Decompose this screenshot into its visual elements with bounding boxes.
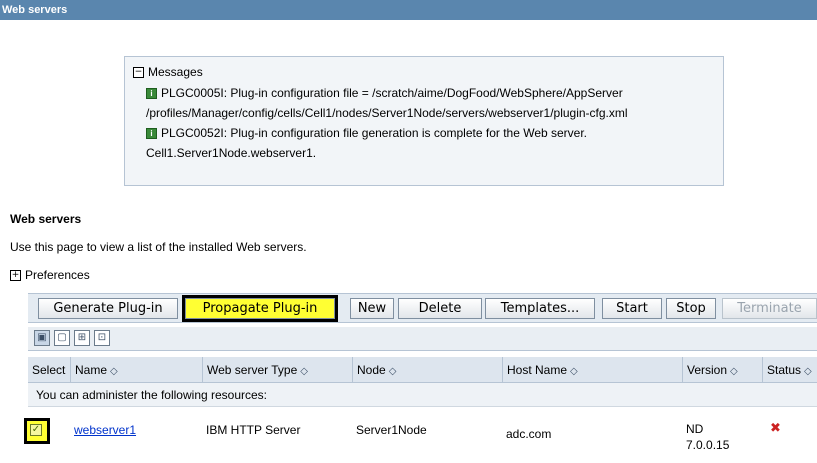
server-version: ND 7.0.0.15 <box>686 422 730 452</box>
expand-icon[interactable]: + <box>10 270 21 282</box>
templates-button[interactable]: Templates... <box>485 298 595 319</box>
column-header-name[interactable]: Name ◇ <box>70 357 202 383</box>
sort-icon[interactable]: ◇ <box>570 366 578 377</box>
delete-button[interactable]: Delete <box>398 298 482 319</box>
page-description: Use this page to view a list of the inst… <box>10 240 307 254</box>
table-header: Select Name ◇ Web server Type ◇ Node ◇ Host… <box>28 357 817 383</box>
messages-panel: − Messages i PLGC0005I: Plug-in configurat… <box>124 56 724 186</box>
server-name-link[interactable]: webserver1 <box>74 423 136 437</box>
terminate-button: Terminate <box>722 298 817 319</box>
column-header-select: Select <box>32 363 66 377</box>
generate-plugin-button[interactable]: Generate Plug-in <box>38 298 178 319</box>
column-header-host[interactable]: Host Name ◇ <box>502 357 682 383</box>
preferences-label: Preferences <box>25 268 90 282</box>
start-button[interactable]: Start <box>602 298 662 319</box>
server-host: adc.com <box>506 427 552 441</box>
new-button[interactable]: New <box>350 298 394 319</box>
table-icon-bar: ▣ ▢ ⊞ ⊡ <box>28 327 817 351</box>
deselect-all-icon[interactable]: ▢ <box>54 330 70 346</box>
sort-icon[interactable]: ◇ <box>110 366 118 377</box>
messages-heading: Messages <box>148 65 203 79</box>
sort-icon[interactable]: ◇ <box>804 366 812 377</box>
messages-header[interactable]: − Messages <box>133 65 203 79</box>
table-row: webserver1 IBM HTTP Server Server1Node a… <box>28 407 817 463</box>
sort-icon[interactable]: ◇ <box>389 366 397 377</box>
status-stopped-icon: ✖ <box>770 421 781 436</box>
column-header-version[interactable]: Version ◇ <box>682 357 762 383</box>
message-line: /profiles/Manager/config/cells/Cell1/nod… <box>146 106 628 120</box>
message-line: Cell1.Server1Node.webserver1. <box>146 146 317 160</box>
info-icon: i <box>146 88 157 100</box>
message-line: i PLGC0005I: Plug-in configuration file =… <box>146 85 623 101</box>
action-toolbar: Generate Plug-in Propagate Plug-in New D… <box>28 293 817 323</box>
page-title: Web servers <box>10 212 82 226</box>
select-all-icon[interactable]: ▣ <box>34 330 50 346</box>
preferences-toggle[interactable]: + Preferences <box>10 268 90 282</box>
propagate-plugin-button[interactable]: Propagate Plug-in <box>182 295 338 322</box>
column-header-type[interactable]: Web server Type ◇ <box>202 357 352 383</box>
collapse-icon[interactable]: − <box>133 67 144 79</box>
row-select-highlight: ✓ <box>24 418 50 444</box>
row-select-checkbox[interactable]: ✓ <box>30 424 42 436</box>
server-node: Server1Node <box>356 423 427 437</box>
column-header-node[interactable]: Node ◇ <box>352 357 502 383</box>
resource-group-label: You can administer the following resourc… <box>28 383 817 407</box>
clear-filter-icon[interactable]: ⊡ <box>94 330 110 346</box>
stop-button[interactable]: Stop <box>666 298 716 319</box>
sort-icon[interactable]: ◇ <box>730 366 738 377</box>
window-title: Web servers <box>2 4 68 16</box>
column-header-status[interactable]: Status ◇ <box>762 357 817 383</box>
show-filter-icon[interactable]: ⊞ <box>74 330 90 346</box>
sort-icon[interactable]: ◇ <box>300 366 308 377</box>
window-title-bar: Web servers <box>0 0 817 20</box>
server-type: IBM HTTP Server <box>206 423 301 437</box>
message-line: i PLGC0052I: Plug-in configuration file g… <box>146 125 587 141</box>
info-icon: i <box>146 128 157 140</box>
